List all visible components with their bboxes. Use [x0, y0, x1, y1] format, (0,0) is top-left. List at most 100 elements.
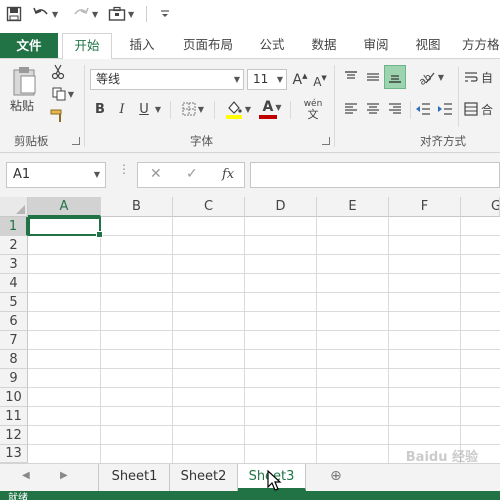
tab-home[interactable]: 开始 [62, 33, 112, 60]
formula-input[interactable] [250, 162, 500, 188]
font-color-swatch [259, 115, 277, 119]
column-header[interactable]: G [461, 197, 500, 217]
svg-text:ab: ab [418, 72, 434, 85]
tab-file[interactable]: 文件 [0, 33, 58, 58]
align-middle-icon[interactable] [364, 67, 382, 87]
formula-buttons: ✕ ✓ fx [137, 162, 245, 188]
wrap-text-icon [465, 72, 478, 82]
name-box[interactable]: A1 ▼ [6, 162, 106, 188]
orientation-button[interactable]: ab ▼ [414, 67, 448, 87]
cut-icon[interactable] [48, 63, 68, 81]
watermark: Baidu 经验 [405, 450, 478, 465]
column-header[interactable]: F [389, 197, 461, 217]
tab-view[interactable]: 视图 [408, 33, 448, 59]
copy-icon[interactable]: ▼ [48, 85, 78, 103]
grow-font-button[interactable]: A ▲ [292, 69, 308, 90]
row-header[interactable]: 5 [0, 293, 28, 312]
status-text: 就绪 [8, 493, 28, 500]
tab-page-layout[interactable]: 页面布局 [176, 33, 240, 59]
increase-indent-icon[interactable] [436, 99, 454, 119]
column-header[interactable]: E [317, 197, 389, 217]
enter-icon[interactable]: ✓ [186, 166, 198, 182]
phonetic-guide-button[interactable]: wén 文 [296, 97, 330, 123]
sheet-tab-sheet2[interactable]: Sheet2 [170, 464, 238, 491]
column-header[interactable]: B [101, 197, 173, 217]
scroll-right-icon[interactable]: ▶ [60, 470, 68, 481]
active-cell[interactable] [28, 217, 103, 238]
scroll-left-icon[interactable]: ◀ [22, 470, 30, 481]
row-header[interactable]: 3 [0, 255, 28, 274]
tab-data[interactable]: 数据 [304, 33, 344, 59]
cancel-icon[interactable]: ✕ [150, 166, 162, 182]
tab-formulas[interactable]: 公式 [252, 33, 292, 59]
row-header[interactable]: 11 [0, 407, 28, 426]
alignment-group-label: 对齐方式 [420, 134, 466, 148]
select-all-button[interactable] [0, 197, 28, 217]
font-name-select[interactable]: 等线 ▼ [90, 69, 244, 90]
format-painter-icon[interactable] [48, 107, 68, 125]
briefcase-icon[interactable]: ▼ [108, 4, 134, 24]
save-icon[interactable] [6, 4, 22, 24]
paste-button[interactable]: 粘贴 [10, 97, 34, 114]
row-header[interactable]: 7 [0, 331, 28, 350]
align-bottom-icon[interactable] [384, 65, 406, 89]
column-header[interactable]: D [245, 197, 317, 217]
font-color-button[interactable]: A ▼ [256, 97, 288, 121]
fill-color-button[interactable]: ▼ [220, 97, 256, 121]
undo-icon[interactable]: ▼ [32, 4, 58, 24]
phonetic-bottom-label: 文 [307, 108, 319, 121]
align-top-icon[interactable] [342, 67, 360, 87]
column-header[interactable]: A [28, 197, 101, 217]
worksheet-grid[interactable]: A B C D E F G 1 2 3 4 5 6 7 8 9 10 11 12… [0, 197, 500, 463]
tab-insert[interactable]: 插入 [120, 33, 164, 59]
font-name-value: 等线 [96, 72, 121, 86]
wrap-text-label: 自 [481, 70, 494, 85]
new-sheet-icon[interactable]: ⊕ [330, 468, 342, 484]
row-header[interactable]: 1 [0, 217, 28, 236]
row-header[interactable]: 13 [0, 445, 28, 463]
borders-button[interactable]: ▼ [176, 99, 210, 119]
merge-cells-icon [464, 102, 478, 116]
underline-button[interactable]: U [136, 99, 152, 119]
row-header[interactable]: 8 [0, 350, 28, 369]
decrease-indent-icon[interactable] [414, 99, 432, 119]
font-group-label: 字体 [190, 134, 213, 148]
font-size-select[interactable]: 11 ▼ [247, 69, 287, 90]
row-header[interactable]: 10 [0, 388, 28, 407]
shrink-font-icon: A [313, 74, 322, 89]
underline-dropdown-icon[interactable]: ▼ [152, 99, 162, 119]
font-launcher-icon[interactable] [322, 137, 330, 145]
chevron-down-icon: ▼ [276, 75, 283, 84]
clipboard-group-label: 剪贴板 [14, 134, 49, 148]
borders-icon [182, 102, 196, 116]
sheet-tab-sheet1[interactable]: Sheet1 [100, 464, 170, 491]
align-right-icon[interactable] [386, 99, 404, 119]
align-center-icon[interactable] [364, 99, 382, 119]
row-header[interactable]: 6 [0, 312, 28, 331]
column-header[interactable]: C [173, 197, 245, 217]
tab-more[interactable]: 方方格 [462, 33, 500, 59]
text-orientation-icon: ab [418, 72, 435, 85]
bold-button[interactable]: B [92, 99, 108, 119]
insert-function-icon[interactable]: fx [222, 167, 234, 182]
redo-icon[interactable]: ▼ [72, 4, 98, 24]
grow-font-icon: A [292, 71, 303, 88]
clipboard-icon[interactable] [8, 63, 42, 99]
customize-toolbar-icon[interactable] [160, 4, 170, 24]
row-header[interactable]: 4 [0, 274, 28, 293]
row-header[interactable]: 2 [0, 236, 28, 255]
clipboard-launcher-icon[interactable] [72, 137, 80, 145]
ribbon-tabs: 文件 开始 插入 页面布局 公式 数据 审阅 视图 方方格 [0, 30, 500, 60]
status-bar: 就绪 [0, 491, 500, 500]
shrink-font-button[interactable]: A ▼ [312, 71, 328, 92]
merge-center-button[interactable]: 合 [464, 99, 500, 119]
wrap-text-button[interactable]: 自 [464, 67, 500, 87]
row-header[interactable]: 12 [0, 426, 28, 445]
drag-handle-icon[interactable]: ⋮ [118, 163, 130, 183]
align-left-icon[interactable] [342, 99, 360, 119]
quick-access-toolbar: ▼ ▼ ▼ [0, 0, 500, 30]
tab-review[interactable]: 审阅 [356, 33, 396, 59]
sheet-tabs-bar: ◀ ▶ Sheet1 Sheet2 Sheet3 ⊕ [0, 463, 500, 491]
row-header[interactable]: 9 [0, 369, 28, 388]
italic-button[interactable]: I [114, 99, 130, 119]
